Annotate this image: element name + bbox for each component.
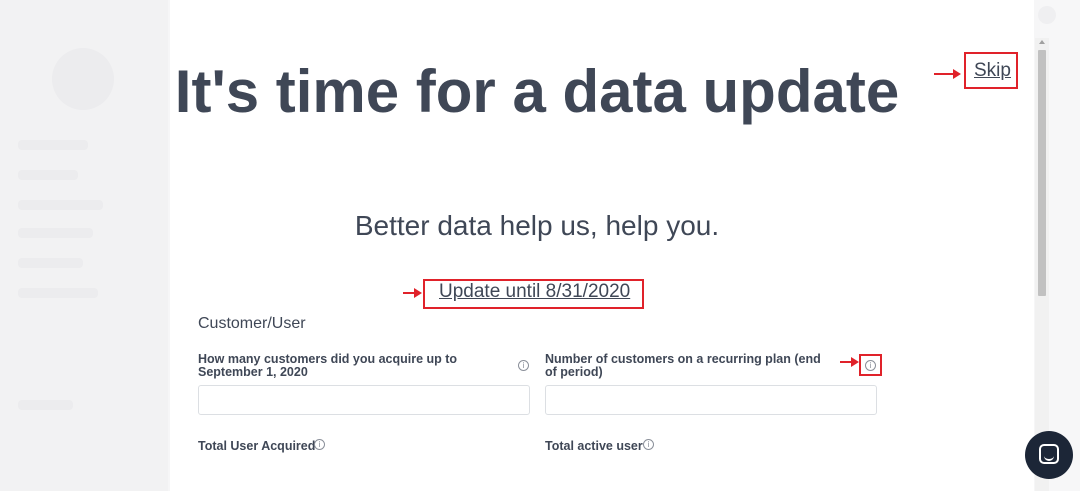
background-nav-item (18, 400, 73, 410)
scroll-up-arrow-icon[interactable] (1039, 40, 1045, 44)
skip-link[interactable]: Skip (974, 60, 1011, 82)
annotation-arrow-icon (840, 357, 859, 367)
annotation-arrow-icon (403, 288, 422, 298)
field-label-total-active-user: Total active user (545, 439, 643, 453)
background-nav-item (18, 170, 78, 180)
background-logo (52, 48, 114, 110)
annotation-arrow-icon (934, 69, 961, 79)
field-label-customers-acquired: How many customers did you acquire up to… (198, 352, 458, 379)
update-until-link[interactable]: Update until 8/31/2020 (439, 281, 630, 303)
background-sidebar (0, 0, 168, 491)
info-circle-icon[interactable]: i (314, 439, 325, 450)
modal-scrollbar[interactable] (1035, 38, 1049, 491)
info-circle-icon[interactable]: i (865, 360, 876, 371)
background-avatar (1038, 6, 1056, 24)
background-nav-item (18, 228, 93, 238)
recurring-customers-input[interactable] (545, 385, 877, 415)
field-label-recurring-customers: Number of customers on a recurring plan … (545, 352, 821, 379)
chat-bubble-icon (1039, 444, 1059, 464)
modal-subtitle: Better data help us, help you. (354, 210, 720, 241)
data-update-modal: It's time for a data update Better data … (170, 0, 1034, 491)
background-nav-item (18, 140, 88, 150)
modal-title: It's time for a data update (174, 58, 900, 125)
scrollbar-thumb[interactable] (1038, 50, 1046, 296)
background-nav-item (18, 258, 83, 268)
background-nav-item (18, 288, 98, 298)
background-nav-item (18, 200, 103, 210)
info-circle-icon[interactable]: i (643, 439, 654, 450)
section-title-customer-user: Customer/User (198, 315, 306, 332)
field-label-total-user-acquired: Total User Acquired (198, 439, 316, 453)
customers-acquired-input[interactable] (198, 385, 530, 415)
chat-launcher-button[interactable] (1025, 431, 1073, 479)
info-circle-icon[interactable]: i (518, 360, 529, 371)
